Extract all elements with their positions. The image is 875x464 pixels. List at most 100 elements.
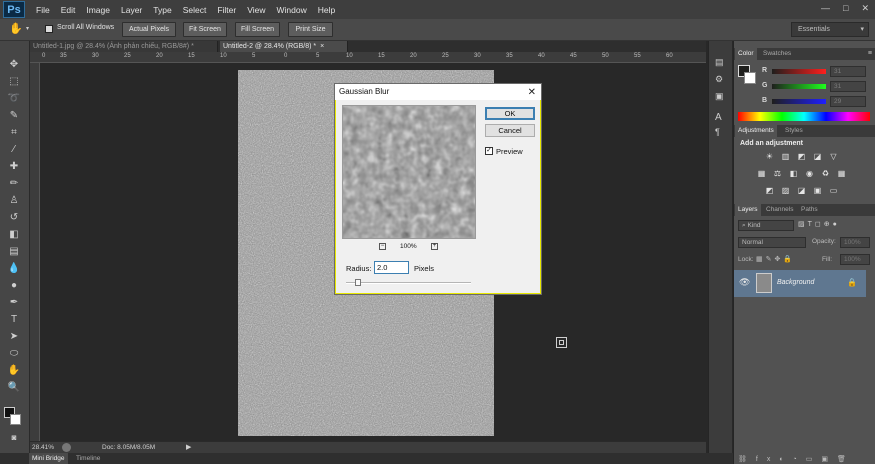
zoom-out-icon[interactable]: − [379,243,386,250]
status-menu-icon[interactable] [62,443,71,452]
tab-adjustments[interactable]: Adjustments [735,125,777,137]
tab-mini-bridge[interactable]: Mini Bridge [29,453,68,464]
quick-mask-icon[interactable]: ◙ [5,430,23,446]
gradient-map-icon[interactable]: ▭ [828,186,839,196]
quick-select-tool-icon[interactable]: ✎ [5,108,23,124]
fill-screen-button[interactable]: Fill Screen [235,22,280,37]
layer-name[interactable]: Background [777,279,814,286]
character-panel-icon[interactable]: A [715,112,722,123]
blend-mode-select[interactable]: Normal [738,237,806,248]
fit-screen-button[interactable]: Fit Screen [183,22,227,37]
tab-timeline[interactable]: Timeline [76,453,100,464]
black-white-icon[interactable]: ◧ [788,169,799,179]
menu-type[interactable]: Type [153,5,171,15]
menu-file[interactable]: File [36,5,50,15]
workspace-switcher[interactable]: Essentials ▾ [791,22,869,37]
move-tool-icon[interactable]: ✥ [5,57,23,73]
tab-color[interactable]: Color [735,48,757,60]
background-color-chip[interactable] [744,72,756,84]
ok-button[interactable]: OK [485,107,535,120]
restore-icon[interactable]: □ [843,3,848,14]
eyedropper-tool-icon[interactable]: ⁄ [5,142,23,158]
menu-image[interactable]: Image [86,5,110,15]
radius-slider-thumb[interactable] [355,279,361,286]
color-balance-icon[interactable]: ⚖ [772,169,783,179]
properties-panel-icon[interactable]: ⚙ [715,74,723,85]
cancel-button[interactable]: Cancel [485,124,535,137]
panel-menu-icon[interactable]: ≡ [868,48,872,60]
hue-saturation-icon[interactable]: ▦ [756,169,767,179]
visibility-eye-icon[interactable]: 👁 [739,277,750,288]
type-tool-icon[interactable]: T [5,312,23,328]
preview-checkbox[interactable]: ✓ [485,147,493,155]
layer-row-background[interactable]: 👁 Background 🔒 [734,270,866,297]
menu-layer[interactable]: Layer [121,5,142,15]
brightness-contrast-icon[interactable]: ☀ [764,152,775,162]
dialog-titlebar[interactable]: Gaussian Blur ✕ [335,84,541,100]
radius-slider-track[interactable] [346,282,471,284]
close-tab-icon[interactable]: × [320,43,324,50]
scroll-all-windows-checkbox[interactable] [45,25,53,33]
hand-tool-icon[interactable]: ✋ [5,363,23,379]
green-slider[interactable] [772,84,826,89]
tab-styles[interactable]: Styles [782,125,806,137]
threshold-icon[interactable]: ◪ [796,186,807,196]
actions-panel-icon[interactable]: ▣ [715,91,724,102]
red-value-field[interactable]: 31 [830,66,866,77]
layers-footer-icons[interactable]: ⛓fx◐◔▭▣🗑 [734,455,875,464]
close-icon[interactable]: ✕ [861,3,869,14]
green-value-field[interactable]: 31 [830,81,866,92]
blue-slider[interactable] [772,99,826,104]
exposure-icon[interactable]: ◪ [812,152,823,162]
invert-icon[interactable]: ◩ [764,186,775,196]
menu-view[interactable]: View [247,5,265,15]
brush-tool-icon[interactable]: ✏ [5,176,23,192]
menu-edit[interactable]: Edit [61,5,76,15]
zoom-in-icon[interactable]: + [431,243,438,250]
background-color-swatch[interactable] [10,414,21,425]
menu-help[interactable]: Help [318,5,335,15]
menu-select[interactable]: Select [183,5,207,15]
vibrance-icon[interactable]: ▽ [828,152,839,162]
minimize-icon[interactable]: — [821,3,830,14]
lock-icons[interactable]: ▦✎✥🔒 [756,255,795,263]
status-arrow-icon[interactable]: ▶ [186,443,191,451]
crop-tool-icon[interactable]: ⌗ [5,125,23,141]
tool-preset-arrow-icon[interactable]: ▾ [26,25,29,32]
pen-tool-icon[interactable]: ✒ [5,295,23,311]
opacity-field[interactable]: 100% [840,237,870,248]
close-icon[interactable]: ✕ [528,85,536,101]
photo-filter-icon[interactable]: ◉ [804,169,815,179]
path-selection-tool-icon[interactable]: ➤ [5,329,23,345]
dodge-tool-icon[interactable]: ● [5,278,23,294]
lasso-tool-icon[interactable]: ➰ [5,91,23,107]
selective-color-icon[interactable]: ▣ [812,186,823,196]
history-panel-icon[interactable]: ▤ [715,57,724,68]
eraser-tool-icon[interactable]: ◧ [5,227,23,243]
menu-window[interactable]: Window [276,5,306,15]
posterize-icon[interactable]: ▨ [780,186,791,196]
tab-layers[interactable]: Layers [735,204,761,216]
gradient-tool-icon[interactable]: ▤ [5,244,23,260]
healing-brush-tool-icon[interactable]: ✚ [5,159,23,175]
zoom-tool-icon[interactable]: 🔍 [5,380,23,396]
menu-filter[interactable]: Filter [217,5,236,15]
paragraph-panel-icon[interactable]: ¶ [715,127,720,137]
blue-value-field[interactable]: 29 [830,96,866,107]
channel-mixer-icon[interactable]: ♻ [820,169,831,179]
hand-tool-icon[interactable]: ✋ [9,22,23,35]
levels-icon[interactable]: ▥ [780,152,791,162]
tab-untitled-2[interactable]: Untitled-2 @ 28.4% (RGB/8) * × [220,41,348,52]
color-lookup-icon[interactable]: ▦ [836,169,847,179]
print-size-button[interactable]: Print Size [288,22,333,37]
clone-stamp-tool-icon[interactable]: ♙ [5,193,23,209]
tab-channels[interactable]: Channels [763,204,796,216]
blur-tool-icon[interactable]: 💧 [5,261,23,277]
marquee-tool-icon[interactable]: ⬚ [5,74,23,90]
layer-filter-icons[interactable]: ▨T◻⊕● [798,220,870,231]
fill-field[interactable]: 100% [840,254,870,265]
tab-untitled-1[interactable]: Untitled-1.jpg @ 28.4% (Ảnh phản chiếu, … [30,41,218,52]
ellipse-tool-icon[interactable]: ⬭ [5,346,23,362]
red-slider[interactable] [772,69,826,74]
history-brush-tool-icon[interactable]: ↺ [5,210,23,226]
